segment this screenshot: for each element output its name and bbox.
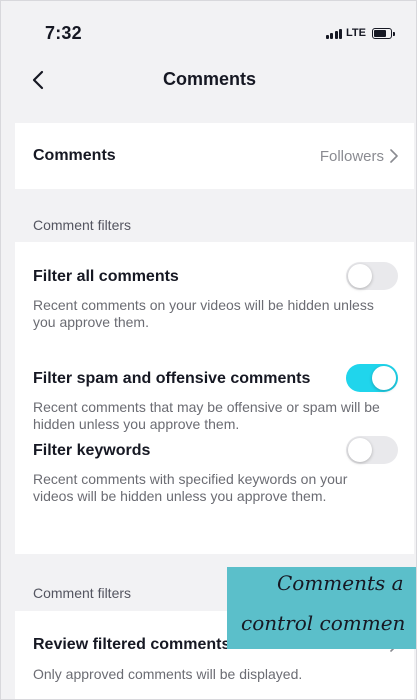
network-label: LTE	[346, 27, 366, 39]
comments-setting-value: Followers	[319, 147, 384, 165]
caption-line-1: Comments a	[277, 571, 404, 595]
battery-icon	[372, 27, 395, 39]
filter-description: Recent comments that may be offensive or…	[33, 399, 380, 432]
signal-icon	[325, 28, 343, 39]
toggle-knob	[348, 264, 372, 288]
comments-setting-label: Comments	[33, 147, 116, 164]
status-time: 7:32	[45, 23, 82, 43]
filter-all-comments-toggle[interactable]	[346, 262, 398, 290]
filter-keywords[interactable]: Filter keywords Recent comments with spe…	[33, 436, 398, 505]
toggle-knob	[372, 366, 396, 390]
filter-spam-offensive-toggle[interactable]	[346, 364, 398, 392]
section-header-comment-filters: Comment filters	[33, 217, 132, 233]
filter-all-comments: Filter all comments Recent comments on y…	[33, 262, 398, 331]
filter-description: Recent comments on your videos will be h…	[33, 297, 374, 330]
review-filtered-title: Review filtered comments	[33, 636, 231, 653]
phone-screen: 7:32 LTE Comments Comments Followers Com…	[0, 0, 417, 700]
chevron-right-icon	[390, 149, 398, 163]
section-header-comment-filters-2: Comment filters	[33, 585, 132, 601]
caption-line-2: control commen	[241, 611, 406, 635]
comments-setting-row[interactable]: Comments Followers	[15, 123, 414, 189]
filter-title: Filter keywords	[33, 442, 151, 459]
review-filtered-description: Only approved comments will be displayed…	[33, 666, 303, 682]
filter-keywords-toggle[interactable]	[346, 436, 398, 464]
toggle-knob	[348, 438, 372, 462]
comments-setting-value-group: Followers	[320, 148, 398, 165]
page-title: Comments	[162, 69, 256, 89]
nav-header: Comments	[1, 61, 416, 101]
filter-spam-offensive: Filter spam and offensive comments Recen…	[33, 364, 398, 433]
filter-title: Filter spam and offensive comments	[33, 370, 311, 387]
comment-filters-card: Filter all comments Recent comments on y…	[15, 242, 414, 554]
status-bar: 7:32 LTE	[1, 1, 416, 61]
filter-title: Filter all comments	[33, 268, 179, 285]
status-icons: LTE	[325, 26, 395, 40]
filter-description: Recent comments with specified keywords …	[33, 471, 348, 504]
caption-overlay: Comments a control commen	[227, 567, 416, 649]
